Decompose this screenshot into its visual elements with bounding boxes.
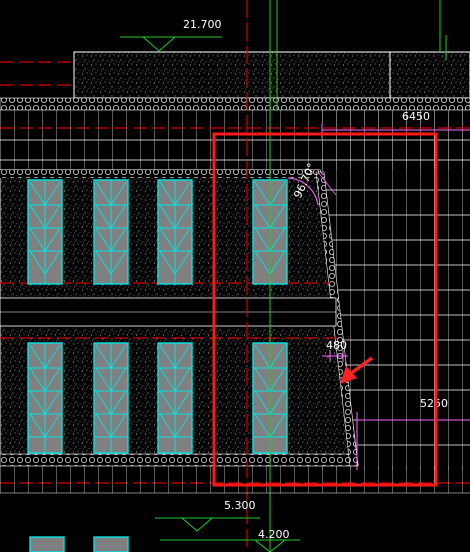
elevation-triangle-icon xyxy=(180,517,214,532)
dimension-label-right: 5250 xyxy=(420,397,448,410)
window[interactable] xyxy=(93,342,129,454)
window[interactable] xyxy=(157,179,193,285)
cad-drawing-canvas[interactable]: 21.700 96.70° 480 5250 6450 5.300 4.200 xyxy=(0,0,470,552)
dimension-label-small: 480 xyxy=(326,339,347,352)
elevation-label-mid: 5.300 xyxy=(224,499,256,512)
window[interactable] xyxy=(157,342,193,454)
upper-zone xyxy=(0,0,470,99)
window[interactable] xyxy=(27,342,63,454)
upper-slab xyxy=(73,51,391,99)
elevation-label-bottom: 4.200 xyxy=(258,528,290,541)
window[interactable] xyxy=(93,536,129,552)
elevation-label-top: 21.700 xyxy=(183,18,222,31)
window[interactable] xyxy=(27,179,63,285)
ring-strip-top xyxy=(0,97,470,111)
window[interactable] xyxy=(93,179,129,285)
upper-slab-right xyxy=(389,51,470,99)
dimension-label-top-right: 6450 xyxy=(402,110,430,123)
window[interactable] xyxy=(29,536,65,552)
